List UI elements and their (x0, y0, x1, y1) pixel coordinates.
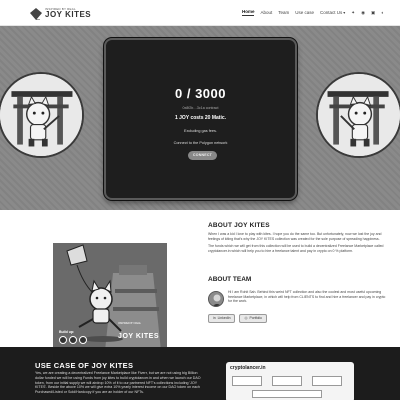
hero-section: 0 / 3000 0x8f2b…3c1a contract 1 JOY cost… (0, 26, 400, 210)
usecase-title: USE CASE OF JOY KITES (35, 361, 134, 370)
portfolio-button[interactable]: ◎ Portfolio (239, 314, 267, 323)
opensea-badge-icon (69, 336, 77, 344)
diagram-box (272, 376, 302, 386)
artwork-brand-tagline: INSPIRED BY REAL (118, 322, 142, 325)
top-navbar: INSPIRED BY REAL JOY KITES Home About Te… (0, 0, 400, 26)
linkedin-label: LinkedIn (217, 316, 231, 320)
diagram-box (312, 376, 342, 386)
team-links: in LinkedIn ◎ Portfolio (208, 314, 267, 323)
nav-link-about[interactable]: About (260, 10, 272, 15)
polygon-badge-icon (59, 336, 67, 344)
nav-link-use-case[interactable]: Use case (295, 10, 314, 15)
about-paragraph-2: The funds which we will get from this co… (208, 244, 384, 253)
nav-link-contact-label: Contact Us (320, 10, 343, 15)
usecase-paragraph: Yes, we are creating a decentralized Fre… (35, 371, 207, 395)
connect-button[interactable]: CONNECT (188, 151, 217, 160)
build-up-label: Build up: (59, 330, 75, 334)
site-logo[interactable]: INSPIRED BY REAL JOY KITES (30, 5, 91, 22)
kite-logo-icon (30, 7, 42, 20)
chevron-down-icon: ▾ (343, 10, 346, 15)
linkedin-icon: in (213, 316, 216, 320)
nav-link-home[interactable]: Home (241, 9, 255, 16)
globe-icon: ◎ (244, 316, 248, 320)
ipfs-badge-icon (79, 336, 87, 344)
portfolio-label: Portfolio (249, 316, 262, 320)
team-bio: Hi I am Rohit Sah. Behind this weird NFT… (228, 290, 386, 304)
nav-link-contact[interactable]: Contact Us▾ (320, 10, 345, 15)
gas-note: Excluding gas fees. (184, 129, 217, 133)
opensea-icon[interactable]: ◐ (381, 10, 384, 15)
about-title: ABOUT JOY KITES (208, 222, 270, 229)
linkedin-button[interactable]: in LinkedIn (208, 314, 236, 323)
discord-icon[interactable]: ◉ (361, 10, 365, 16)
about-artwork: Build up: INSPIRED BY REAL JOY KITES (53, 243, 167, 351)
mint-counter: 0 / 3000 (175, 86, 226, 101)
logo-title: JOY KITES (45, 10, 92, 19)
partner-badges (59, 336, 87, 344)
hero-left-artwork (0, 72, 84, 158)
usecase-paragraph-2: Beside the above 10% we will give extra … (35, 385, 200, 395)
diagram-box (232, 376, 262, 386)
twitter-icon[interactable]: ✦ (351, 10, 355, 16)
artwork-brand: INSPIRED BY REAL JOY KITES (118, 322, 159, 343)
mint-card: 0 / 3000 0x8f2b…3c1a contract 1 JOY cost… (104, 38, 297, 200)
usecase-screenshot: cryptolancer.in (226, 362, 354, 400)
usecase-section: USE CASE OF JOY KITES Yes, we are creati… (0, 347, 400, 400)
instagram-icon[interactable]: ▣ (371, 10, 375, 16)
avatar (208, 291, 224, 307)
about-paragraph-1: When I was a kid I love to play with kit… (208, 232, 382, 241)
contract-address[interactable]: 0x8f2b…3c1a contract (106, 106, 295, 110)
nav-links: Home About Team Use case Contact Us▾ ✦ ◉… (241, 9, 384, 16)
artwork-brand-title: JOY KITES (118, 333, 159, 340)
team-title: ABOUT TEAM (208, 276, 252, 283)
nav-link-team[interactable]: Team (278, 10, 289, 15)
mint-price: 1 JOY costs 20 Matic. (174, 115, 227, 121)
about-section: ABOUT JOY KITES When I was a kid I love … (208, 222, 388, 253)
usecase-screenshot-title: cryptolancer.in (230, 365, 266, 371)
diagram-box (252, 390, 322, 398)
hero-right-artwork (316, 72, 400, 158)
network-note: Connect to the Polygon network (173, 141, 228, 145)
